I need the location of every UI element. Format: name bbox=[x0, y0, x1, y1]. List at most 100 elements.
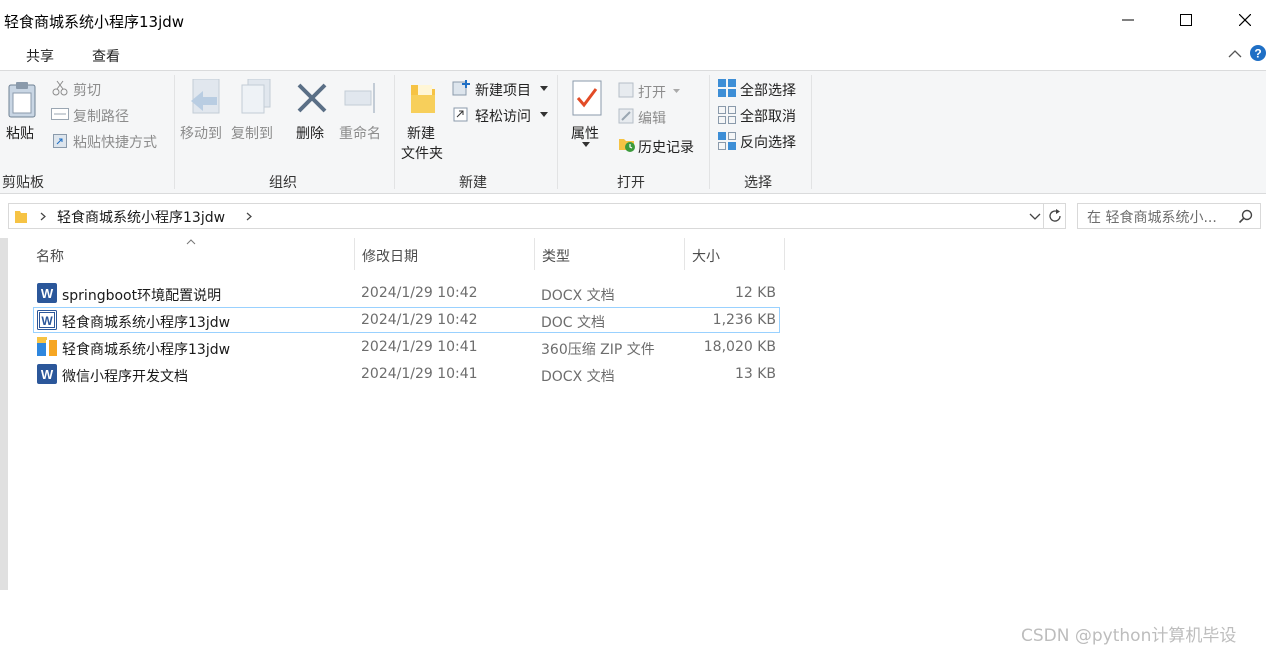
file-type: DOCX 文档 bbox=[541, 369, 615, 385]
table-row[interactable]: W 微信小程序开发文档 2024/1/29 10:41 DOCX 文档 13 K… bbox=[33, 361, 780, 387]
folder-icon bbox=[15, 211, 27, 223]
file-size: 1,236 KB bbox=[712, 312, 776, 328]
new-item-button[interactable]: 新建项目 bbox=[475, 80, 531, 100]
column-header-name[interactable]: 名称 bbox=[36, 246, 64, 266]
file-type: 360压缩 ZIP 文件 bbox=[541, 342, 655, 358]
invert-selection-button[interactable]: 反向选择 bbox=[740, 132, 796, 152]
svg-text:W: W bbox=[41, 314, 53, 328]
address-bar[interactable]: 轻食商城系统小程序13jdw bbox=[8, 203, 1066, 229]
invert-selection-icon bbox=[718, 132, 736, 150]
zip-icon bbox=[37, 337, 57, 356]
column-header-date[interactable]: 修改日期 bbox=[362, 246, 418, 266]
history-button[interactable]: 历史记录 bbox=[638, 137, 694, 157]
properties-icon bbox=[572, 80, 602, 116]
chevron-down-icon bbox=[540, 112, 548, 117]
copy-path-icon bbox=[51, 108, 69, 120]
group-divider bbox=[394, 75, 395, 189]
easy-access-icon bbox=[453, 107, 468, 122]
move-to-icon bbox=[191, 79, 220, 114]
file-name: springboot环境配置说明 bbox=[62, 288, 222, 304]
paste-icon bbox=[8, 82, 36, 118]
minimize-button[interactable] bbox=[1099, 0, 1157, 40]
table-row-selected[interactable]: W 轻食商城系统小程序13jdw 2024/1/29 10:42 DOC 文档 … bbox=[33, 307, 780, 333]
file-size: 13 KB bbox=[734, 366, 776, 382]
file-date: 2024/1/29 10:42 bbox=[361, 312, 478, 328]
group-label-select: 选择 bbox=[744, 175, 772, 191]
group-label-open: 打开 bbox=[617, 175, 645, 191]
column-divider[interactable] bbox=[784, 238, 785, 270]
easy-access-button[interactable]: 轻松访问 bbox=[475, 106, 531, 126]
group-label-new: 新建 bbox=[459, 175, 487, 191]
file-size: 12 KB bbox=[734, 285, 776, 301]
watermark-text: CSDN @python计算机毕设 bbox=[1021, 626, 1237, 646]
sort-ascending-icon bbox=[186, 239, 196, 245]
breadcrumb-current[interactable]: 轻食商城系统小程序13jdw bbox=[57, 207, 225, 227]
refresh-icon[interactable] bbox=[1047, 208, 1063, 224]
new-item-icon bbox=[452, 80, 470, 96]
close-button[interactable] bbox=[1216, 0, 1266, 40]
collapse-ribbon-icon[interactable] bbox=[1228, 49, 1242, 59]
table-row[interactable]: 轻食商城系统小程序13jdw 2024/1/29 10:41 360压缩 ZIP… bbox=[33, 334, 780, 360]
svg-text:W: W bbox=[41, 367, 54, 382]
cut-button[interactable]: 剪切 bbox=[73, 80, 101, 100]
file-date: 2024/1/29 10:41 bbox=[361, 339, 478, 355]
file-size: 18,020 KB bbox=[703, 339, 776, 355]
tab-share[interactable]: 共享 bbox=[26, 46, 54, 66]
ribbon-tabs: 共享 查看 ? bbox=[0, 40, 1266, 70]
column-divider[interactable] bbox=[684, 238, 685, 270]
column-header-size[interactable]: 大小 bbox=[692, 246, 720, 266]
close-icon bbox=[1239, 14, 1251, 26]
file-name: 轻食商城系统小程序13jdw bbox=[62, 315, 231, 331]
column-divider[interactable] bbox=[354, 238, 355, 270]
move-to-button[interactable]: 移动到 bbox=[180, 123, 222, 143]
copy-to-button[interactable]: 复制到 bbox=[231, 123, 273, 143]
column-header-type[interactable]: 类型 bbox=[542, 246, 570, 266]
address-history-chevron-down-icon[interactable] bbox=[1029, 213, 1041, 220]
rename-icon bbox=[344, 83, 375, 113]
chevron-down-icon bbox=[673, 89, 680, 93]
file-type: DOC 文档 bbox=[541, 315, 606, 331]
group-divider bbox=[709, 75, 710, 189]
edit-button[interactable]: 编辑 bbox=[638, 108, 666, 128]
edit-icon bbox=[618, 108, 634, 124]
chevron-right-icon[interactable] bbox=[246, 212, 252, 221]
group-divider bbox=[557, 75, 558, 189]
word-icon: W bbox=[37, 364, 57, 384]
chevron-down-icon bbox=[540, 86, 548, 91]
nav-pane-scrollbar[interactable] bbox=[0, 238, 8, 590]
history-icon bbox=[619, 139, 635, 152]
cut-icon bbox=[52, 80, 68, 96]
word-icon: W bbox=[37, 283, 57, 303]
new-folder-label: 文件夹 bbox=[401, 146, 443, 162]
new-folder-button[interactable]: 新建 bbox=[407, 123, 435, 143]
title-bar: 轻食商城系统小程序13jdw bbox=[0, 0, 1266, 40]
minimize-icon bbox=[1122, 19, 1134, 21]
group-divider bbox=[174, 75, 175, 189]
delete-button[interactable]: 删除 bbox=[296, 123, 324, 143]
svg-text:?: ? bbox=[1254, 47, 1261, 61]
file-date: 2024/1/29 10:42 bbox=[361, 285, 478, 301]
select-all-icon bbox=[718, 79, 736, 97]
paste-shortcut-button[interactable]: 粘贴快捷方式 bbox=[73, 132, 157, 152]
table-row[interactable]: W springboot环境配置说明 2024/1/29 10:42 DOCX … bbox=[33, 280, 780, 306]
group-divider bbox=[811, 75, 812, 189]
maximize-button[interactable] bbox=[1157, 0, 1215, 40]
ribbon: 粘贴 剪切 复制路径 粘贴快捷方式 剪贴板 移动到 复制到 删除 重命名 组织 … bbox=[0, 70, 1266, 194]
search-input[interactable]: 在 轻食商城系统小... bbox=[1087, 207, 1217, 227]
maximize-icon bbox=[1180, 14, 1192, 26]
open-button[interactable]: 打开 bbox=[638, 82, 666, 102]
select-all-button[interactable]: 全部选择 bbox=[740, 80, 796, 100]
search-icon[interactable] bbox=[1238, 209, 1253, 224]
chevron-right-icon[interactable] bbox=[40, 212, 46, 221]
open-icon bbox=[618, 82, 634, 98]
tab-view[interactable]: 查看 bbox=[92, 46, 120, 66]
select-none-button[interactable]: 全部取消 bbox=[740, 106, 796, 126]
paste-button[interactable]: 粘贴 bbox=[6, 123, 34, 143]
properties-button[interactable]: 属性 bbox=[571, 123, 599, 143]
rename-button[interactable]: 重命名 bbox=[339, 123, 381, 143]
copy-path-button[interactable]: 复制路径 bbox=[73, 106, 129, 126]
column-divider[interactable] bbox=[534, 238, 535, 270]
search-box[interactable]: 在 轻食商城系统小... bbox=[1077, 203, 1261, 229]
group-label-clipboard: 剪贴板 bbox=[2, 175, 44, 191]
help-icon[interactable]: ? bbox=[1250, 45, 1266, 61]
